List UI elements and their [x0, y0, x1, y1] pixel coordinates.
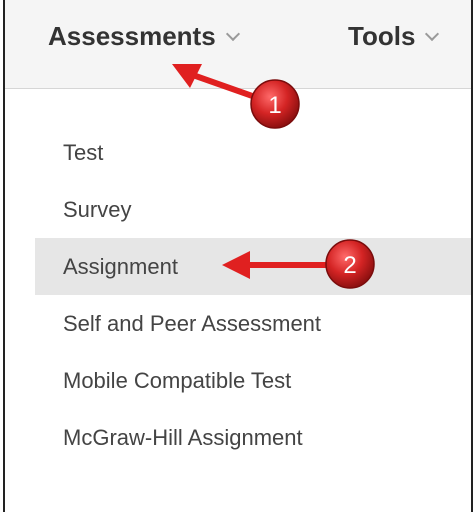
menu-item-survey[interactable]: Survey	[35, 181, 471, 238]
menu-item-test[interactable]: Test	[35, 124, 471, 181]
assessments-menu-panel: Assessments Tools Test Survey Assignment…	[3, 0, 473, 512]
menu-item-mcgraw-hill-assignment[interactable]: McGraw-Hill Assignment	[35, 409, 471, 466]
top-menu-bar: Assessments Tools	[5, 0, 471, 89]
menu-item-mobile-compatible-test[interactable]: Mobile Compatible Test	[35, 352, 471, 409]
tab-assessments[interactable]: Assessments	[48, 21, 240, 52]
tab-tools[interactable]: Tools	[348, 21, 440, 52]
assessments-dropdown: Test Survey Assignment Self and Peer Ass…	[35, 124, 471, 466]
tab-assessments-label: Assessments	[48, 21, 216, 51]
menu-item-assignment[interactable]: Assignment	[35, 238, 471, 295]
chevron-down-icon	[425, 26, 440, 42]
menu-item-self-and-peer-assessment[interactable]: Self and Peer Assessment	[35, 295, 471, 352]
tab-tools-label: Tools	[348, 21, 416, 51]
chevron-down-icon	[225, 26, 240, 42]
